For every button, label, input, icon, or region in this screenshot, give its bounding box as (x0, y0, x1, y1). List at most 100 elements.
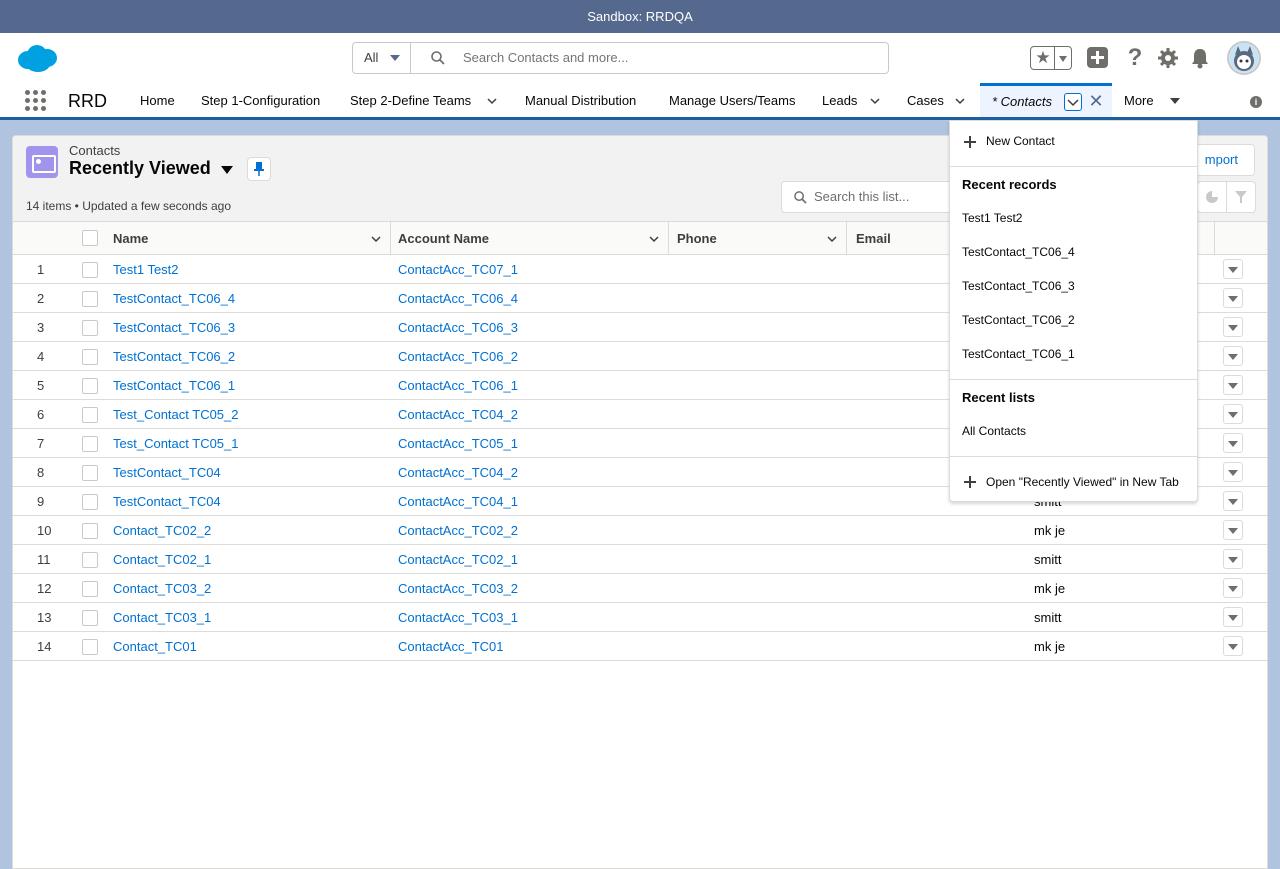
chevron-down-icon[interactable] (1059, 56, 1067, 62)
row-actions-button[interactable] (1223, 491, 1243, 511)
account-name-link[interactable]: ContactAcc_TC05_1 (398, 429, 518, 458)
recent-record-item[interactable]: Test1 Test2 (962, 211, 1022, 225)
column-divider[interactable] (846, 222, 847, 255)
row-checkbox[interactable] (82, 407, 98, 423)
bell-icon[interactable] (1190, 47, 1210, 69)
row-actions-button[interactable] (1223, 520, 1243, 540)
row-actions-button[interactable] (1223, 375, 1243, 395)
contact-name-link[interactable]: Contact_TC03_1 (113, 603, 211, 632)
open-in-new-tab-menu-item[interactable]: Open "Recently Viewed" in New Tab (986, 475, 1179, 489)
chevron-down-icon[interactable] (487, 96, 497, 106)
row-actions-button[interactable] (1223, 549, 1243, 569)
account-name-link[interactable]: ContactAcc_TC06_4 (398, 284, 518, 313)
row-actions-button[interactable] (1223, 607, 1243, 627)
gear-icon[interactable] (1157, 47, 1179, 69)
contact-name-link[interactable]: Contact_TC02_2 (113, 516, 211, 545)
chevron-down-icon[interactable] (827, 235, 837, 243)
row-checkbox[interactable] (82, 349, 98, 365)
row-actions-button[interactable] (1223, 404, 1243, 424)
column-header-phone[interactable]: Phone (677, 222, 717, 255)
nav-item-step1-configuration[interactable]: Step 1-Configuration (201, 83, 320, 119)
avatar[interactable] (1227, 41, 1261, 75)
star-icon[interactable]: ★ (1033, 48, 1053, 68)
row-actions-button[interactable] (1223, 636, 1243, 656)
contact-name-link[interactable]: TestContact_TC06_4 (113, 284, 235, 313)
account-name-link[interactable]: ContactAcc_TC07_1 (398, 255, 518, 284)
account-name-link[interactable]: ContactAcc_TC04_1 (398, 487, 518, 516)
contact-name-link[interactable]: Contact_TC02_1 (113, 545, 211, 574)
contact-name-link[interactable]: Test_Contact TC05_1 (113, 429, 239, 458)
contact-name-link[interactable]: TestContact_TC06_3 (113, 313, 235, 342)
column-divider[interactable] (1214, 222, 1215, 255)
recent-record-item[interactable]: TestContact_TC06_3 (962, 279, 1075, 293)
column-divider[interactable] (390, 222, 391, 255)
search-input[interactable] (463, 43, 863, 73)
row-checkbox[interactable] (82, 378, 98, 394)
account-name-link[interactable]: ContactAcc_TC06_3 (398, 313, 518, 342)
column-divider[interactable] (668, 222, 669, 255)
row-actions-button[interactable] (1223, 433, 1243, 453)
row-actions-button[interactable] (1223, 346, 1243, 366)
row-checkbox[interactable] (82, 552, 98, 568)
row-checkbox[interactable] (82, 262, 98, 278)
nav-item-home[interactable]: Home (140, 83, 175, 119)
contact-name-link[interactable]: Contact_TC03_2 (113, 574, 211, 603)
contact-name-link[interactable]: TestContact_TC06_2 (113, 342, 235, 371)
account-name-link[interactable]: ContactAcc_TC06_1 (398, 371, 518, 400)
column-header-account-name[interactable]: Account Name (398, 222, 489, 255)
info-icon[interactable]: i (1250, 96, 1262, 108)
salesforce-logo[interactable] (16, 43, 58, 73)
account-name-link[interactable]: ContactAcc_TC03_2 (398, 574, 518, 603)
account-name-link[interactable]: ContactAcc_TC02_2 (398, 516, 518, 545)
list-search-input[interactable]: Search this list... (781, 181, 956, 213)
recent-list-item[interactable]: All Contacts (962, 424, 1026, 438)
contacts-menu-button[interactable] (1064, 93, 1082, 111)
column-header-name[interactable]: Name (113, 222, 148, 255)
chevron-down-icon[interactable] (955, 96, 965, 106)
nav-item-cases[interactable]: Cases (907, 83, 944, 119)
row-actions-button[interactable] (1223, 578, 1243, 598)
nav-item-manual-distribution[interactable]: Manual Distribution (525, 83, 636, 119)
nav-item-step2-define-teams[interactable]: Step 2-Define Teams (350, 83, 471, 119)
row-actions-button[interactable] (1223, 317, 1243, 337)
row-checkbox[interactable] (82, 494, 98, 510)
recent-record-item[interactable]: TestContact_TC06_1 (962, 347, 1075, 361)
row-actions-button[interactable] (1223, 259, 1243, 279)
chevron-down-icon[interactable] (371, 235, 381, 243)
chevron-down-icon[interactable] (649, 235, 659, 243)
row-checkbox[interactable] (82, 610, 98, 626)
row-actions-button[interactable] (1223, 288, 1243, 308)
account-name-link[interactable]: ContactAcc_TC03_1 (398, 603, 518, 632)
row-checkbox[interactable] (82, 523, 98, 539)
list-view-title[interactable]: Recently Viewed (69, 158, 211, 179)
account-name-link[interactable]: ContactAcc_TC04_2 (398, 458, 518, 487)
row-actions-button[interactable] (1223, 462, 1243, 482)
close-icon[interactable]: ✕ (1088, 91, 1104, 111)
plus-icon[interactable] (1087, 47, 1108, 68)
chevron-down-icon[interactable] (870, 96, 880, 106)
row-checkbox[interactable] (82, 465, 98, 481)
chart-button[interactable] (1197, 181, 1227, 213)
row-checkbox[interactable] (82, 436, 98, 452)
nav-item-contacts[interactable]: * Contacts ✕ (980, 83, 1112, 117)
app-launcher-icon[interactable] (25, 90, 47, 112)
contact-name-link[interactable]: TestContact_TC04 (113, 458, 221, 487)
column-header-email[interactable]: Email (856, 222, 891, 255)
contact-name-link[interactable]: Contact_TC01 (113, 632, 197, 661)
contact-name-link[interactable]: Test_Contact TC05_2 (113, 400, 239, 429)
row-checkbox[interactable] (82, 291, 98, 307)
account-name-link[interactable]: ContactAcc_TC04_2 (398, 400, 518, 429)
recent-record-item[interactable]: TestContact_TC06_2 (962, 313, 1075, 327)
nav-item-more[interactable]: More (1124, 83, 1154, 119)
filter-button[interactable] (1226, 181, 1256, 213)
search-scope-select[interactable]: All (353, 43, 411, 73)
account-name-link[interactable]: ContactAcc_TC01 (398, 632, 504, 661)
new-contact-menu-item[interactable]: New Contact (986, 134, 1055, 148)
help-icon[interactable]: ? (1125, 45, 1145, 71)
contact-name-link[interactable]: Test1 Test2 (113, 255, 179, 284)
contact-name-link[interactable]: TestContact_TC04 (113, 487, 221, 516)
caret-down-icon[interactable] (221, 166, 233, 174)
caret-down-icon[interactable] (1170, 96, 1180, 106)
select-all-checkbox[interactable] (82, 230, 98, 246)
account-name-link[interactable]: ContactAcc_TC06_2 (398, 342, 518, 371)
